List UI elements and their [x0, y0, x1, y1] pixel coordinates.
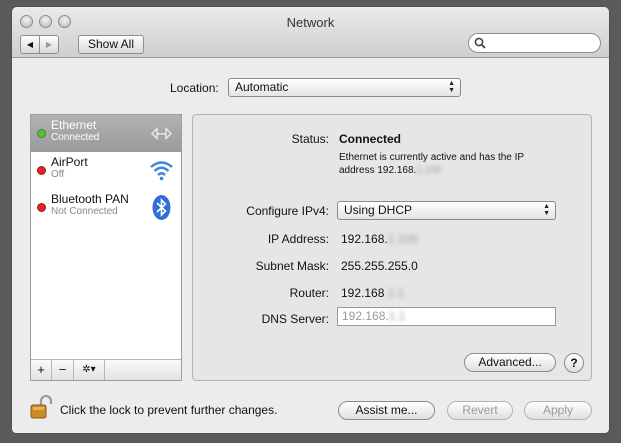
status-dot-red	[37, 203, 46, 212]
location-value: Automatic	[235, 80, 289, 94]
service-item-bluetooth-pan[interactable]: Bluetooth PAN Not Connected	[31, 189, 181, 226]
title-bar: Network ◀ ▶ Show All	[12, 7, 609, 58]
service-status: Connected	[51, 132, 100, 143]
status-description-line2: address 192.168.1.100	[339, 165, 441, 176]
service-status: Off	[51, 169, 65, 180]
ip-address-label: IP Address:	[267, 232, 329, 246]
bluetooth-icon	[152, 195, 171, 220]
dns-server-text: 192.168.	[342, 309, 389, 323]
redacted-ip-part: 1.100	[416, 165, 442, 176]
back-arrow-icon: ◀	[26, 40, 34, 49]
redacted-ip-part: 1.100	[387, 232, 418, 246]
popup-arrows-icon: ▲ ▼	[448, 80, 455, 94]
status-description-text: address 192.168.	[339, 165, 417, 176]
status-description-line1: Ethernet is currently active and has the…	[339, 152, 525, 163]
redacted-ip-part: .1.1	[384, 286, 405, 300]
status-label: Status:	[291, 132, 329, 146]
forward-arrow-icon: ▶	[45, 40, 53, 49]
subnet-mask-label: Subnet Mask:	[255, 259, 329, 273]
remove-service-button[interactable]: −	[52, 360, 74, 380]
window-title: Network	[286, 15, 335, 30]
configure-ipv4-value: Using DHCP	[344, 203, 413, 217]
service-status: Not Connected	[51, 206, 118, 217]
dns-server-label: DNS Server:	[261, 312, 329, 326]
search-icon	[474, 37, 486, 49]
svg-text:•••: •••	[157, 130, 166, 139]
ip-address-value: 192.168.1.100	[341, 232, 418, 246]
lock-message: Click the lock to prevent further change…	[60, 403, 278, 417]
show-all-button[interactable]: Show All	[78, 35, 144, 54]
service-name: AirPort	[51, 155, 88, 169]
ethernet-icon: •••	[151, 126, 172, 141]
action-gear-menu[interactable]: ✲▾	[74, 360, 105, 380]
subnet-mask-value: 255.255.255.0	[341, 259, 418, 273]
popup-arrows-icon: ▲ ▼	[543, 203, 550, 217]
wifi-icon	[150, 161, 173, 181]
forward-button[interactable]: ▶	[39, 35, 59, 54]
redacted-ip-part: 1.1	[388, 309, 406, 323]
location-popup[interactable]: Automatic ▲ ▼	[228, 78, 461, 97]
advanced-button[interactable]: Advanced...	[464, 353, 556, 372]
search-field[interactable]	[468, 33, 601, 53]
status-value: Connected	[339, 132, 402, 146]
lock-icon[interactable]	[29, 393, 53, 421]
ip-address-text: 192.168.	[341, 232, 388, 246]
router-text: 192.168	[341, 286, 385, 300]
service-item-airport[interactable]: AirPort Off	[31, 152, 181, 189]
service-name: Ethernet	[51, 118, 97, 132]
router-value: 192.168.1.1	[341, 286, 404, 300]
status-dot-green	[37, 129, 46, 138]
service-list-toolbar: + − ✲▾	[31, 359, 181, 380]
service-list: Ethernet Connected ••• AirPort Off Bluet…	[30, 114, 182, 381]
service-name: Bluetooth PAN	[51, 192, 129, 206]
add-service-button[interactable]: +	[31, 360, 52, 380]
back-button[interactable]: ◀	[20, 35, 40, 54]
router-label: Router:	[289, 286, 329, 300]
details-panel: Status: Connected Ethernet is currently …	[192, 114, 592, 381]
revert-button[interactable]: Revert	[447, 401, 513, 420]
network-preferences-window: Network ◀ ▶ Show All Location: Automatic…	[12, 7, 609, 433]
status-dot-red	[37, 166, 46, 175]
dns-server-field[interactable]: 192.168.1.1	[337, 307, 556, 326]
configure-ipv4-label: Configure IPv4:	[246, 204, 329, 218]
configure-ipv4-popup[interactable]: Using DHCP ▲ ▼	[337, 201, 556, 220]
help-button[interactable]: ?	[564, 353, 584, 373]
location-label: Location:	[170, 81, 219, 95]
apply-button[interactable]: Apply	[524, 401, 592, 420]
service-item-ethernet[interactable]: Ethernet Connected •••	[31, 115, 181, 152]
assist-me-button[interactable]: Assist me...	[338, 401, 435, 420]
